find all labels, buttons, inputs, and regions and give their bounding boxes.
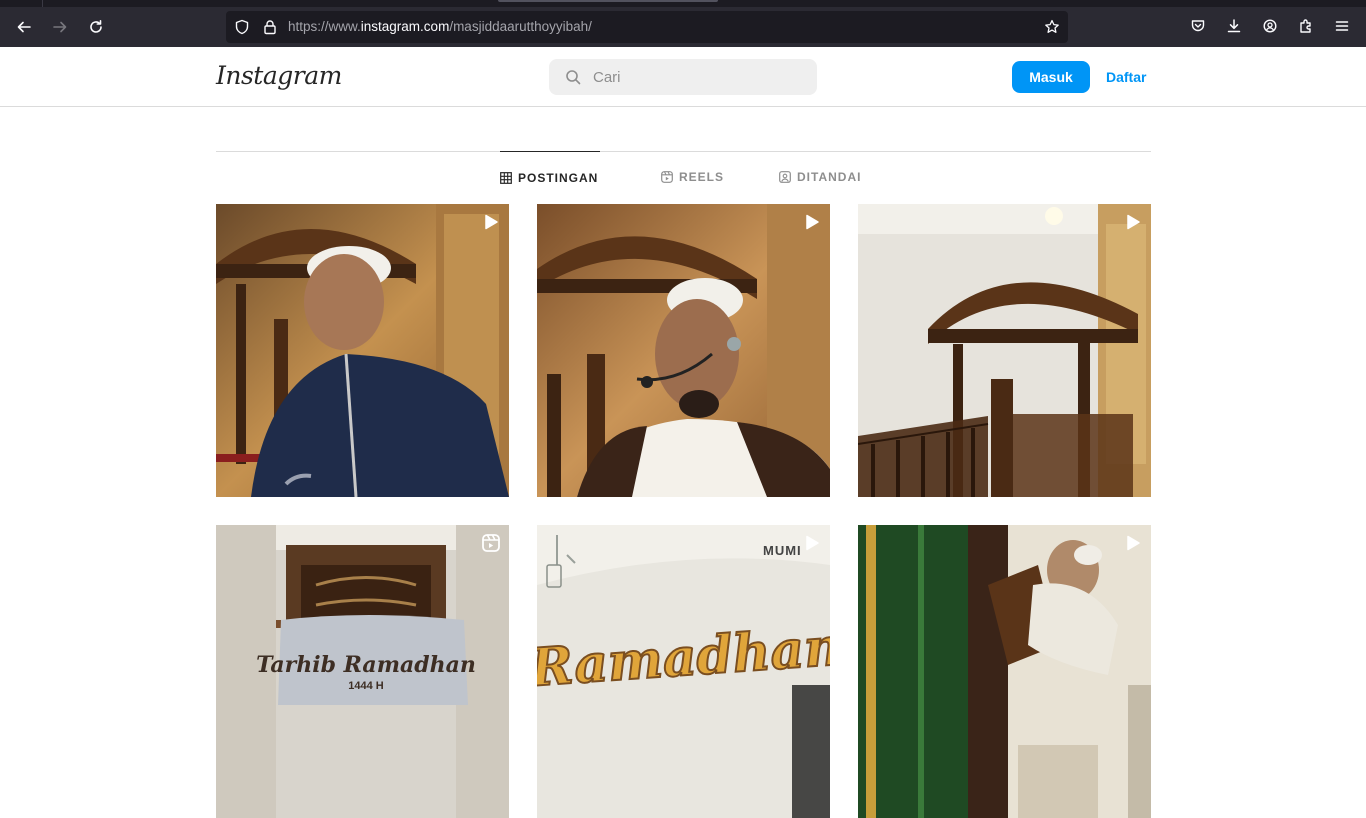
play-icon bbox=[1127, 214, 1140, 230]
post-thumbnail[interactable]: Tarhib Ramadhan 1444 H bbox=[216, 525, 509, 818]
arrow-right-icon bbox=[53, 21, 67, 33]
tab-reels-label: REELS bbox=[679, 170, 725, 184]
browser-toolbar: https://www.instagram.com/masjiddaarutth… bbox=[0, 7, 1366, 47]
post-image: Tarhib Ramadhan 1444 H bbox=[216, 525, 509, 818]
browser-tabstrip bbox=[0, 0, 1366, 7]
play-icon bbox=[806, 535, 819, 551]
signup-link[interactable]: Daftar bbox=[1106, 69, 1146, 85]
play-icon bbox=[1127, 535, 1140, 551]
hamburger-icon bbox=[1335, 21, 1349, 31]
post-thumbnail[interactable] bbox=[858, 204, 1151, 497]
post-image bbox=[858, 204, 1151, 497]
download-icon bbox=[1227, 19, 1241, 33]
banner-top-text: MUMI bbox=[763, 543, 802, 558]
post-thumbnail[interactable] bbox=[858, 525, 1151, 818]
grid-icon bbox=[500, 171, 512, 184]
post-thumbnail[interactable] bbox=[537, 204, 830, 497]
bookmark-star-icon[interactable] bbox=[1044, 19, 1060, 35]
lock-icon[interactable] bbox=[262, 19, 278, 35]
puzzle-icon bbox=[1300, 19, 1311, 33]
post-image bbox=[216, 204, 509, 497]
banner-title: Tarhib Ramadhan bbox=[256, 652, 476, 678]
search-input[interactable] bbox=[593, 67, 803, 87]
extensions-button[interactable] bbox=[1296, 16, 1316, 36]
arrow-left-icon bbox=[17, 21, 31, 33]
tab-tagged-label: DITANDAI bbox=[797, 170, 862, 184]
post-image bbox=[858, 525, 1151, 818]
url-domain: instagram.com bbox=[360, 19, 450, 34]
instagram-header: Instagram Masuk Daftar bbox=[0, 47, 1366, 107]
play-icon bbox=[806, 214, 819, 230]
account-button[interactable] bbox=[1260, 16, 1280, 36]
instagram-logo[interactable]: Instagram bbox=[216, 61, 342, 90]
reload-icon bbox=[90, 20, 102, 33]
tab-reels[interactable]: REELS bbox=[661, 151, 724, 203]
banner-subtitle: 1444 H bbox=[348, 680, 384, 692]
forward-button[interactable] bbox=[46, 13, 74, 41]
active-tab-indicator[interactable] bbox=[498, 0, 718, 2]
url-path: /masjiddaarutthoyyibah/ bbox=[449, 19, 592, 34]
play-icon bbox=[485, 214, 498, 230]
reels-icon bbox=[482, 534, 500, 552]
tab-separator bbox=[42, 0, 43, 7]
reload-button[interactable] bbox=[82, 13, 110, 41]
back-button[interactable] bbox=[10, 13, 38, 41]
post-image: MUMI Ramadhan bbox=[537, 525, 830, 818]
pocket-button[interactable] bbox=[1188, 16, 1208, 36]
address-bar[interactable]: https://www.instagram.com/masjiddaarutth… bbox=[226, 11, 1068, 43]
shield-icon[interactable] bbox=[234, 19, 250, 35]
reels-icon bbox=[661, 171, 673, 183]
tab-posts-label: POSTINGAN bbox=[518, 170, 599, 185]
tab-tagged[interactable]: DITANDAI bbox=[779, 151, 861, 203]
post-image bbox=[537, 204, 830, 497]
url-prefix: https://www. bbox=[288, 19, 361, 34]
search-icon bbox=[566, 70, 581, 85]
tab-posts[interactable]: POSTINGAN bbox=[500, 151, 600, 203]
url-text[interactable]: https://www.instagram.com/masjiddaarutth… bbox=[288, 19, 592, 34]
downloads-button[interactable] bbox=[1224, 16, 1244, 36]
tagged-icon bbox=[779, 171, 791, 183]
menu-button[interactable] bbox=[1332, 16, 1352, 36]
sync-account-icon bbox=[1263, 19, 1277, 33]
login-button[interactable]: Masuk bbox=[1012, 61, 1090, 93]
post-thumbnail[interactable]: MUMI Ramadhan bbox=[537, 525, 830, 818]
pocket-icon bbox=[1191, 20, 1205, 32]
post-thumbnail[interactable] bbox=[216, 204, 509, 497]
search-box[interactable] bbox=[549, 59, 817, 95]
